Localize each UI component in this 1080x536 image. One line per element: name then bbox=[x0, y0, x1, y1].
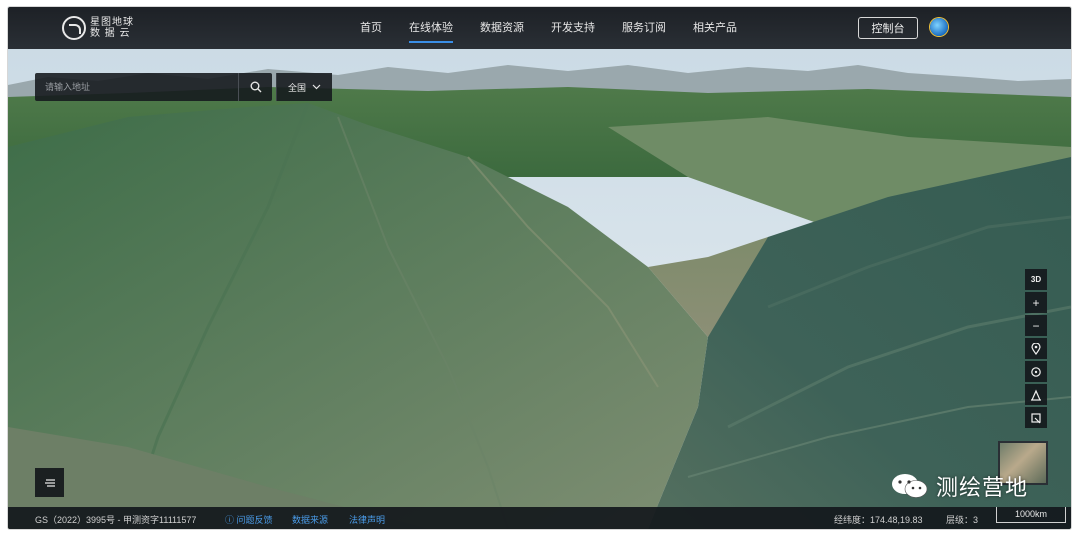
location-button[interactable] bbox=[1025, 338, 1047, 359]
status-bar: GS（2022）3995号 - 甲测资字11111577 ⓘ 问题反馈 数据来源… bbox=[8, 507, 1071, 529]
clear-button[interactable] bbox=[1025, 407, 1047, 428]
locate-me-button[interactable] bbox=[1025, 361, 1047, 382]
logo-icon bbox=[62, 16, 86, 40]
nav-item-service-subscription[interactable]: 服务订阅 bbox=[622, 7, 666, 49]
map-pin-icon bbox=[1031, 342, 1041, 355]
coords-value: 174.48,19.83 bbox=[870, 515, 923, 525]
coords-label: 经纬度： bbox=[834, 515, 871, 525]
layers-icon bbox=[44, 478, 55, 487]
search-bar bbox=[35, 73, 272, 101]
nav-item-home[interactable]: 首页 bbox=[360, 7, 382, 49]
region-select[interactable]: 全国 bbox=[276, 73, 332, 101]
watermark: 测绘营地 bbox=[890, 470, 1028, 502]
plus-icon: + bbox=[1032, 295, 1040, 310]
logo-text: 星图地球 数 据 云 bbox=[90, 17, 134, 39]
main-nav: 首页 在线体验 数据资源 开发支持 服务订阅 相关产品 bbox=[360, 7, 764, 49]
zoom-in-button[interactable]: + bbox=[1025, 292, 1047, 313]
nav-item-dev-support[interactable]: 开发支持 bbox=[551, 7, 595, 49]
legal-link[interactable]: 法律声明 bbox=[349, 513, 385, 526]
nav-item-related-products[interactable]: 相关产品 bbox=[693, 7, 737, 49]
logo-line-1: 星图地球 bbox=[90, 17, 134, 28]
logo-line-2: 数 据 云 bbox=[90, 28, 131, 39]
search-icon bbox=[250, 81, 261, 93]
globe-icon[interactable] bbox=[930, 18, 948, 36]
scale-bar: 1000km bbox=[996, 507, 1066, 523]
wechat-icon bbox=[892, 474, 928, 498]
level-value: 3 bbox=[973, 515, 979, 525]
eraser-icon bbox=[1031, 412, 1041, 423]
coords-readout: 经纬度：174.48,19.83 bbox=[834, 513, 923, 526]
info-icon: ⓘ bbox=[225, 515, 237, 525]
nav-item-online-experience[interactable]: 在线体验 bbox=[409, 7, 453, 49]
region-label: 全国 bbox=[287, 82, 306, 93]
layers-button[interactable] bbox=[35, 468, 64, 497]
chevron-down-icon bbox=[312, 84, 321, 90]
console-button[interactable]: 控制台 bbox=[858, 17, 918, 39]
zoom-out-button[interactable]: − bbox=[1025, 315, 1047, 336]
search-button[interactable] bbox=[238, 73, 272, 101]
scale-label: 1000km bbox=[1014, 509, 1048, 519]
rotate-3d-icon: 3D bbox=[1030, 275, 1042, 284]
feedback-label: 问题反馈 bbox=[236, 515, 273, 525]
minus-icon: − bbox=[1032, 318, 1040, 333]
feedback-link[interactable]: ⓘ 问题反馈 bbox=[225, 513, 273, 526]
map-viewport[interactable]: 星图地球 数 据 云 首页 在线体验 数据资源 开发支持 服务订阅 相关产品 控… bbox=[8, 7, 1071, 529]
brand-logo[interactable]: 星图地球 数 据 云 bbox=[62, 16, 134, 40]
level-label: 层级： bbox=[946, 515, 974, 525]
license-text: GS（2022）3995号 - 甲测资字11111577 bbox=[35, 515, 197, 525]
measure-icon bbox=[1031, 389, 1041, 401]
measure-button[interactable] bbox=[1025, 384, 1047, 405]
nav-item-data-resources[interactable]: 数据资源 bbox=[480, 7, 524, 49]
data-source-link[interactable]: 数据来源 bbox=[292, 513, 328, 526]
crosshair-icon bbox=[1031, 366, 1041, 377]
watermark-text: 测绘营地 bbox=[936, 475, 1029, 500]
map-toolbar: 3D + − bbox=[1025, 269, 1047, 430]
level-readout: 层级：3 bbox=[946, 513, 978, 526]
3d-toggle-button[interactable]: 3D bbox=[1025, 269, 1047, 290]
top-navigation-bar: 星图地球 数 据 云 首页 在线体验 数据资源 开发支持 服务订阅 相关产品 控… bbox=[8, 7, 1071, 49]
search-input[interactable] bbox=[35, 73, 238, 101]
